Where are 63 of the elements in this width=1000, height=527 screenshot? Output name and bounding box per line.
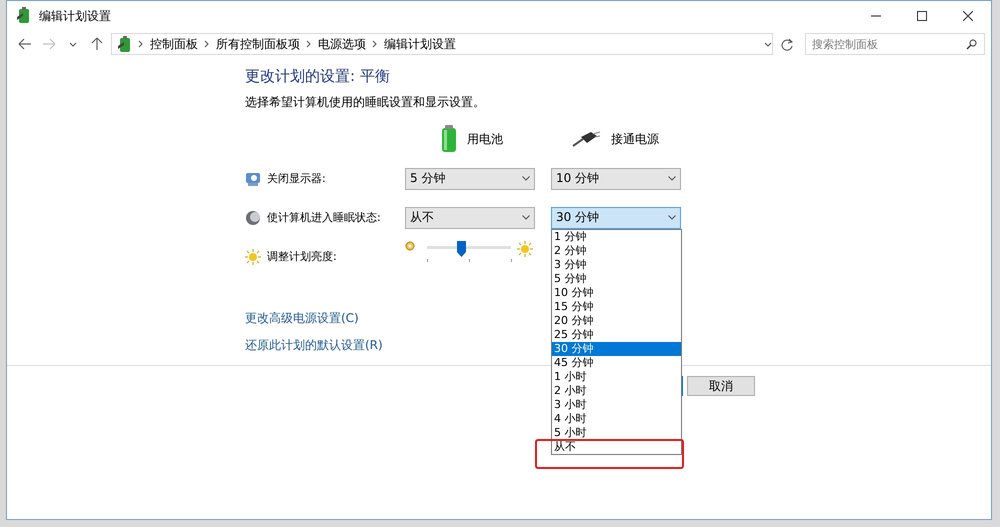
left-arrow-icon	[18, 38, 32, 50]
dropdown-option[interactable]: 10 分钟	[552, 286, 681, 300]
window-title: 编辑计划设置	[39, 8, 112, 24]
maximize-icon	[917, 11, 927, 21]
setting-label: 使计算机进入睡眠状态:	[267, 210, 381, 225]
caret-icon	[668, 176, 676, 181]
up-arrow-icon	[91, 37, 103, 51]
breadcrumb-item[interactable]: 所有控制面板项	[216, 36, 300, 52]
chevron-icon	[306, 40, 312, 48]
dropdown-option[interactable]: 2 小时	[552, 384, 681, 398]
chevron-icon	[138, 40, 144, 48]
dropdown[interactable]: 从不	[405, 206, 535, 228]
search-icon	[966, 39, 977, 50]
dropdown-option[interactable]: 30 分钟	[552, 342, 681, 356]
caret-icon	[668, 215, 676, 220]
cancel-button[interactable]: 取消	[687, 376, 755, 396]
slider-thumb[interactable]	[456, 241, 466, 257]
column-label: 接通电源	[611, 130, 659, 148]
breadcrumb-item[interactable]: 电源选项	[318, 36, 366, 52]
dropdown-option[interactable]: 3 分钟	[552, 258, 681, 272]
caret-icon	[69, 42, 77, 46]
column-label: 用电池	[467, 130, 503, 148]
dropdown[interactable]: 5 分钟	[405, 168, 535, 190]
dropdown-option[interactable]: 5 分钟	[552, 272, 681, 286]
dropdown-option[interactable]: 2 分钟	[552, 244, 681, 258]
close-icon	[963, 11, 973, 21]
caret-icon	[522, 215, 530, 220]
search-field[interactable]: 搜索控制面板	[805, 33, 985, 55]
link[interactable]: 还原此计划的默认设置(R)	[245, 337, 383, 354]
dropdown-option[interactable]: 4 小时	[552, 412, 681, 426]
right-arrow-icon	[42, 38, 56, 50]
dropdown-option[interactable]: 1 分钟	[552, 230, 681, 244]
setting-label: 关闭显示器:	[267, 171, 326, 186]
address-bar[interactable]: 控制面板 所有控制面板项 电源选项 编辑计划设置	[111, 33, 773, 55]
description-text: 选择希望计算机使用的睡眠设置和显示设置。	[245, 94, 486, 111]
caret-icon	[764, 42, 772, 46]
monitor-icon	[245, 170, 261, 186]
setting-label: 调整计划亮度:	[267, 249, 337, 264]
dropdown[interactable]: 10 分钟	[551, 168, 681, 190]
page-heading: 更改计划的设置: 平衡	[245, 67, 391, 86]
refresh-icon	[780, 38, 794, 50]
dropdown-option[interactable]: 25 分钟	[552, 328, 681, 342]
dropdown-option[interactable]: 15 分钟	[552, 300, 681, 314]
bright-sun-icon	[517, 241, 533, 257]
chevron-icon	[204, 40, 210, 48]
battery-icon	[441, 125, 457, 153]
dropdown-option[interactable]: 1 小时	[552, 370, 681, 384]
dropdown-option[interactable]: 45 分钟	[552, 356, 681, 370]
sun-icon	[245, 248, 261, 264]
chevron-icon	[372, 40, 378, 48]
battery-icon	[116, 36, 132, 52]
dropdown[interactable]: 30 分钟	[551, 206, 681, 228]
caret-icon	[522, 176, 530, 181]
dropdown-option[interactable]: 从不	[552, 440, 681, 454]
breadcrumb-item[interactable]: 控制面板	[150, 36, 198, 52]
link[interactable]: 更改高级电源设置(C)	[245, 310, 359, 327]
dropdown-option[interactable]: 3 小时	[552, 398, 681, 412]
dropdown-option[interactable]: 5 小时	[552, 426, 681, 440]
dropdown-option[interactable]: 20 分钟	[552, 314, 681, 328]
dim-sun-icon	[405, 241, 415, 251]
moon-icon	[245, 210, 261, 226]
breadcrumb-item[interactable]: 编辑计划设置	[384, 36, 456, 52]
plug-icon	[571, 131, 601, 147]
